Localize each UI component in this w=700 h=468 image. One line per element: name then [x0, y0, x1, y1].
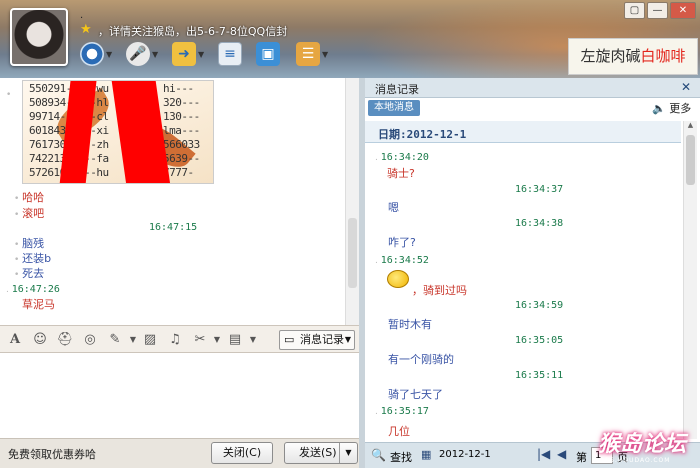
scrollbar-thumb[interactable] [348, 218, 357, 288]
chevron-down-icon[interactable]: ▼ [322, 50, 328, 59]
tab-local-messages[interactable]: 本地消息 [368, 100, 420, 116]
contact-name: . [80, 10, 84, 21]
image-line: hi--- [163, 82, 194, 95]
smiley-emoji-icon [387, 270, 409, 288]
chevron-down-icon[interactable]: ▼ [152, 50, 158, 59]
history-timestamp: . 16:35:17 [375, 406, 429, 417]
first-page-icon[interactable]: |◀ [537, 447, 550, 461]
chevron-down-icon[interactable]: ▼ [124, 331, 142, 349]
send-file-icon[interactable]: ➜ [172, 42, 196, 66]
history-message: 咋了? [388, 236, 416, 249]
scrollbar-thumb[interactable] [686, 135, 695, 185]
edit-icon[interactable]: ✎ [106, 331, 124, 349]
image-line: lma--- [163, 124, 200, 137]
message-timestamp: . 16:47:26 [6, 284, 60, 295]
history-title: 消息记录 [375, 83, 419, 96]
image-line: 566033 [163, 138, 200, 151]
image-line: 5639-- [163, 152, 200, 165]
send-button[interactable]: 发送(S) ▼ [284, 442, 358, 464]
calendar-icon[interactable]: ▦ [421, 448, 431, 461]
chat-message: 草泥马 [22, 298, 55, 311]
input-toolbar: A ☺ ⛑ ◎ ✎ ▼ ▨ ♫ ✂ ▼ ▤ ▼ ▭ 消息记录 ▼ [0, 325, 359, 353]
app-box-icon[interactable]: ▤ [226, 331, 244, 349]
chat-scrollbar[interactable] [345, 78, 359, 325]
history-timestamp: . 16:34:52 [375, 255, 429, 266]
message-bullet: • [6, 90, 12, 100]
redaction-mark [111, 81, 171, 183]
more-button[interactable]: 🔈 更多 [652, 100, 691, 116]
search-link[interactable]: 查找 [390, 449, 412, 465]
chat-message: • 脑残 [14, 237, 45, 250]
message-input[interactable] [0, 353, 359, 438]
coupon-link[interactable]: 免费领取优惠券哈 [8, 446, 96, 462]
history-scrollbar[interactable]: ▲ [683, 121, 697, 439]
chevron-down-icon[interactable]: ▼ [339, 443, 357, 463]
history-timestamp: 16:34:38 [515, 218, 564, 229]
prev-page-icon[interactable]: ◀ [557, 447, 566, 461]
history-button-label: 消息记录 [300, 333, 344, 346]
chevron-down-icon[interactable]: ▼ [106, 50, 112, 59]
contact-avatar[interactable] [10, 8, 68, 66]
ad-text-highlight: 白咖啡 [640, 47, 686, 65]
history-message: 骑了七天了 [388, 388, 443, 401]
chat-message: • 还装b [14, 252, 52, 265]
image-line: 130--- [163, 110, 200, 123]
window-controls: ▢ — ✕ [624, 2, 696, 19]
close-icon[interactable]: ✕ [681, 80, 691, 94]
watermark-url: BBS.HOUDAO.COM [600, 457, 671, 464]
send-button-label: 发送(S) [299, 446, 337, 459]
chevron-down-icon: ▼ [344, 335, 351, 344]
chevron-down-icon[interactable]: ▼ [208, 331, 226, 349]
close-window-button[interactable]: ✕ [670, 2, 696, 19]
chevron-down-icon[interactable]: ▼ [198, 50, 204, 59]
scroll-up-icon[interactable]: ▲ [684, 121, 697, 133]
history-date: 日期:2012-12-1 [378, 128, 467, 141]
history-message: 暂时木有 [388, 318, 432, 331]
app-menu-icon[interactable]: ☰ [296, 42, 320, 66]
remote-assist-icon[interactable]: ▣ [256, 42, 280, 66]
history-message: 有一个刚骑的 [388, 353, 454, 366]
voice-call-icon[interactable]: 🎤 [126, 42, 150, 66]
star-icon[interactable]: ★ [80, 23, 94, 37]
chat-image[interactable]: 550291-----wu 508934-----hl 99714------c… [22, 80, 214, 184]
page-label: 第 [576, 451, 587, 464]
footer-date[interactable]: 2012-12-1 [439, 449, 491, 460]
ad-text: 左旋肉碱 [580, 47, 641, 65]
hat-icon[interactable]: ⛑ [56, 331, 74, 349]
shake-icon[interactable]: ◎ [81, 331, 99, 349]
history-icon: ▭ [284, 333, 295, 346]
ad-banner[interactable]: 左旋肉碱白咖啡 [568, 38, 698, 75]
font-icon[interactable]: A [6, 331, 24, 349]
search-icon[interactable]: 🔍 [371, 448, 386, 462]
history-message: 嗯 [388, 201, 399, 214]
restore-button[interactable]: ▢ [624, 2, 645, 19]
speaker-icon: 🔈 [652, 102, 666, 115]
chat-message: • 死去 [14, 267, 45, 280]
history-message: 几位 [388, 425, 410, 438]
send-message-icon[interactable]: ≡ [218, 42, 242, 66]
history-timestamp: 16:35:11 [515, 370, 564, 381]
scissors-icon[interactable]: ✂ [191, 331, 209, 349]
chat-message: • 滚吧 [14, 207, 45, 220]
image-line: 320--- [163, 96, 200, 109]
chevron-down-icon[interactable]: ▼ [244, 331, 262, 349]
message-history-button[interactable]: ▭ 消息记录 ▼ [279, 330, 355, 350]
history-timestamp: 16:35:05 [515, 335, 564, 346]
video-call-icon[interactable] [80, 42, 104, 66]
music-icon[interactable]: ♫ [166, 331, 184, 349]
close-button[interactable]: 关闭(C) [211, 442, 273, 464]
chat-message: • 哈哈 [14, 191, 45, 204]
history-message: ，骑到过吗 [412, 284, 467, 297]
minimize-button[interactable]: — [647, 2, 668, 19]
history-timestamp: 16:34:37 [515, 184, 564, 195]
history-message: 骑士? [387, 167, 415, 180]
image-icon[interactable]: ▨ [141, 331, 159, 349]
contact-signature: ，详情关注猴岛，出5-6-7-8位QQ信封 [98, 25, 288, 38]
history-timestamp: . 16:34:20 [375, 152, 429, 163]
more-label: 更多 [669, 102, 692, 115]
smiley-icon[interactable]: ☺ [31, 331, 49, 349]
history-timestamp: 16:34:59 [515, 300, 564, 311]
message-timestamp: 16:47:15 [149, 222, 198, 233]
